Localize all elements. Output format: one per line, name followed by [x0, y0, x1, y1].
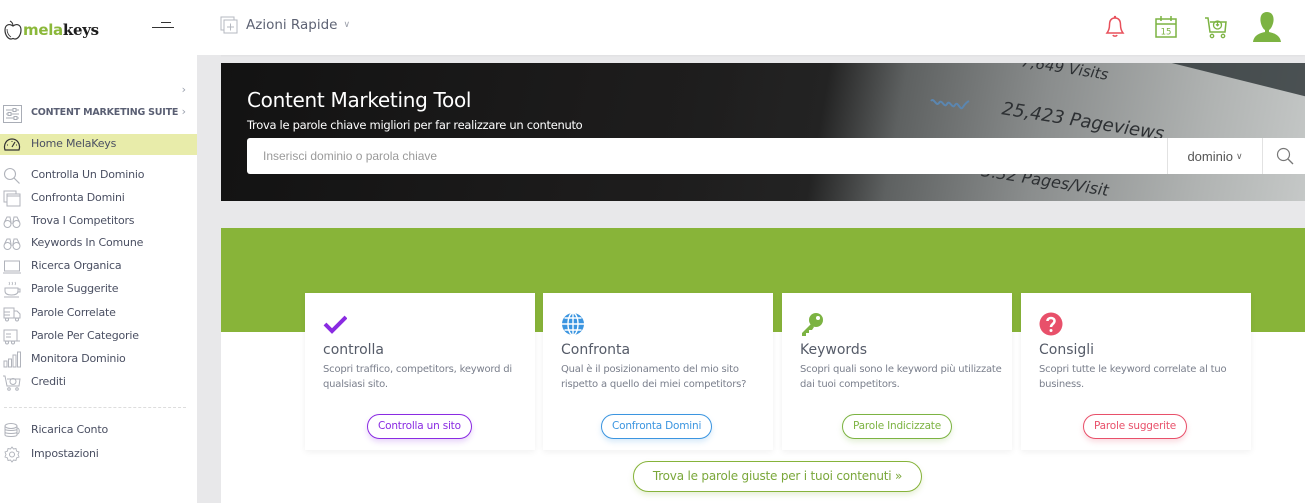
parole-suggerite-button[interactable]: Parole suggerite	[1083, 414, 1188, 439]
search-type-select[interactable]: dominio ∨	[1167, 138, 1262, 174]
monitor-icon	[3, 260, 21, 274]
coffee-cup-icon	[4, 281, 21, 298]
gear-icon	[4, 446, 20, 463]
sidebar-item-label: Keywords In Comune	[31, 236, 144, 249]
globe-icon	[562, 312, 584, 336]
parole-indicizzate-button[interactable]: Parole Indicizzate	[842, 414, 952, 439]
confronta-domini-button[interactable]: Confronta Domini	[601, 414, 713, 439]
quick-actions-dropdown[interactable]: Azioni Rapide ∨	[220, 16, 350, 34]
sidebar-scrollbar[interactable]	[197, 55, 221, 503]
calendar-icon[interactable]: 15	[1153, 14, 1179, 40]
sidebar-item-label: Ricarica Conto	[31, 423, 108, 436]
chevron-down-icon: ∨	[1235, 150, 1243, 161]
sidebar-item-home-melakeys[interactable]: Home MelaKeys	[0, 134, 197, 155]
coins-icon	[4, 423, 20, 437]
chevron-right-icon: ›	[181, 105, 186, 118]
card-description: Scopri tutte le keyword correlate al tuo…	[1039, 364, 1227, 390]
sidebar-section-label: CONTENT MARKETING SUITE	[31, 107, 179, 118]
hero-title: Content Marketing Tool	[247, 88, 472, 112]
hero-bg-sparkline	[930, 99, 970, 110]
card-title: Keywords	[800, 342, 868, 358]
chevron-right-icon[interactable]: ›	[182, 83, 186, 96]
bell-icon[interactable]	[1102, 14, 1128, 40]
menu-line	[152, 27, 174, 28]
hero-bg-text: 7,649 Visits	[1020, 63, 1110, 84]
sidebar-item-label: Parole Correlate	[31, 306, 116, 319]
sidebar-item-trova-i-competitors[interactable]: Trova I Competitors	[0, 211, 197, 232]
card-title: Confronta	[561, 342, 631, 358]
controlla-un-sito-button[interactable]: Controlla un sito	[367, 414, 472, 439]
sidebar-item-parole-correlate[interactable]: Parole Correlate	[0, 303, 197, 324]
card-title: Consigli	[1039, 342, 1095, 358]
binoculars-icon	[3, 216, 21, 228]
card-description: Scopri quali sono le keyword più utilizz…	[800, 364, 1002, 390]
search-type-value: dominio	[1187, 148, 1233, 164]
logo-text-keys: keys	[62, 21, 99, 39]
sliders-icon	[3, 105, 22, 123]
calendar-day: 15	[1161, 28, 1172, 38]
sidebar-item-label: Parole Suggerite	[31, 282, 119, 295]
card-description: Qual è il posizionamento del mio sito ri…	[561, 364, 747, 390]
bar-chart-icon	[3, 351, 21, 368]
truck-icon	[3, 307, 21, 322]
add-window-icon	[220, 16, 238, 34]
cart-icon[interactable]	[1203, 14, 1229, 40]
menu-line	[161, 22, 171, 23]
sidebar-item-ricarica-conto[interactable]: Ricarica Conto	[0, 420, 197, 441]
windows-icon	[3, 190, 21, 207]
sidebar-item-crediti[interactable]: Crediti	[0, 372, 197, 393]
sidebar-item-parole-suggerite[interactable]: Parole Suggerite	[0, 279, 197, 300]
dashboard-gauge-icon	[3, 138, 21, 151]
sidebar-item-ricerca-organica[interactable]: Ricerca Organica	[0, 256, 197, 277]
key-icon	[802, 313, 823, 336]
sidebar-item-label: Home MelaKeys	[31, 137, 117, 150]
logo[interactable]: mela keys	[4, 14, 99, 40]
sidebar-item-label: Controlla Un Dominio	[31, 168, 145, 181]
sidebar-item-monitora-dominio[interactable]: Monitora Dominio	[0, 349, 197, 370]
checkmark-icon	[323, 315, 347, 334]
sidebar: › CONTENT MARKETING SUITE › Home MelaKey…	[0, 55, 197, 503]
sidebar-item-label: Ricerca Organica	[31, 259, 122, 272]
sidebar-item-label: Confronta Domini	[31, 191, 125, 204]
hero-bg-band	[1171, 63, 1305, 102]
card-title: controlla	[323, 342, 384, 358]
card-description: Scopri traffico, competitors, keyword di…	[323, 364, 512, 390]
chevron-down-icon: ∨	[343, 20, 351, 30]
search-icon	[1276, 147, 1294, 165]
hero-bg-dark	[221, 63, 774, 201]
search-input[interactable]	[247, 138, 1167, 174]
cart-icon	[3, 375, 21, 391]
sidebar-item-controlla-un-dominio[interactable]: Controlla Un Dominio	[0, 165, 197, 186]
logo-text-mela: mela	[23, 21, 63, 39]
sidebar-item-label: Trova I Competitors	[31, 214, 135, 227]
sidebar-section-content-marketing-suite[interactable]: CONTENT MARKETING SUITE ›	[0, 104, 197, 126]
feature-card-controlla: controlla Scopri traffico, competitors, …	[305, 293, 535, 450]
top-bar: mela keys Azioni Rapide ∨ 15	[0, 0, 1305, 55]
search-icon	[3, 167, 20, 184]
delivery-truck-icon	[3, 329, 20, 345]
feature-card-consigli: Consigli Scopri tutte le keyword correla…	[1021, 293, 1251, 450]
question-icon	[1039, 312, 1063, 336]
sidebar-item-parole-per-categorie[interactable]: Parole Per Categorie	[0, 326, 197, 347]
hero-subtitle: Trova le parole chiave migliori per far …	[247, 118, 583, 132]
search-bar: dominio ∨	[247, 138, 1305, 174]
feature-card-confronta: Confronta Qual è il posizionamento del m…	[543, 293, 773, 450]
sidebar-item-label: Impostazioni	[31, 447, 99, 460]
user-avatar-icon[interactable]	[1252, 10, 1282, 44]
sidebar-item-label: Parole Per Categorie	[31, 329, 139, 342]
sidebar-item-label: Crediti	[31, 375, 66, 388]
sidebar-item-label: Monitora Dominio	[31, 352, 126, 365]
sidebar-item-confronta-domini[interactable]: Confronta Domini	[0, 188, 197, 209]
sidebar-item-keywords-in-comune[interactable]: Keywords In Comune	[0, 233, 197, 254]
feature-card-keywords: Keywords Scopri quali sono le keyword pi…	[782, 293, 1012, 450]
sidebar-divider	[4, 407, 186, 408]
sidebar-item-impostazioni[interactable]: Impostazioni	[0, 444, 197, 465]
apple-logo-icon	[4, 20, 22, 40]
quick-actions-label: Azioni Rapide	[246, 17, 338, 33]
binoculars-icon	[3, 238, 21, 250]
menu-toggle-button[interactable]	[150, 19, 176, 33]
search-button[interactable]	[1262, 138, 1305, 174]
find-keywords-cta-button[interactable]: Trova le parole giuste per i tuoi conten…	[633, 461, 922, 492]
hero-banner: 7,649 Visits 25,423 Pageviews 3.32 Pages…	[221, 63, 1305, 201]
